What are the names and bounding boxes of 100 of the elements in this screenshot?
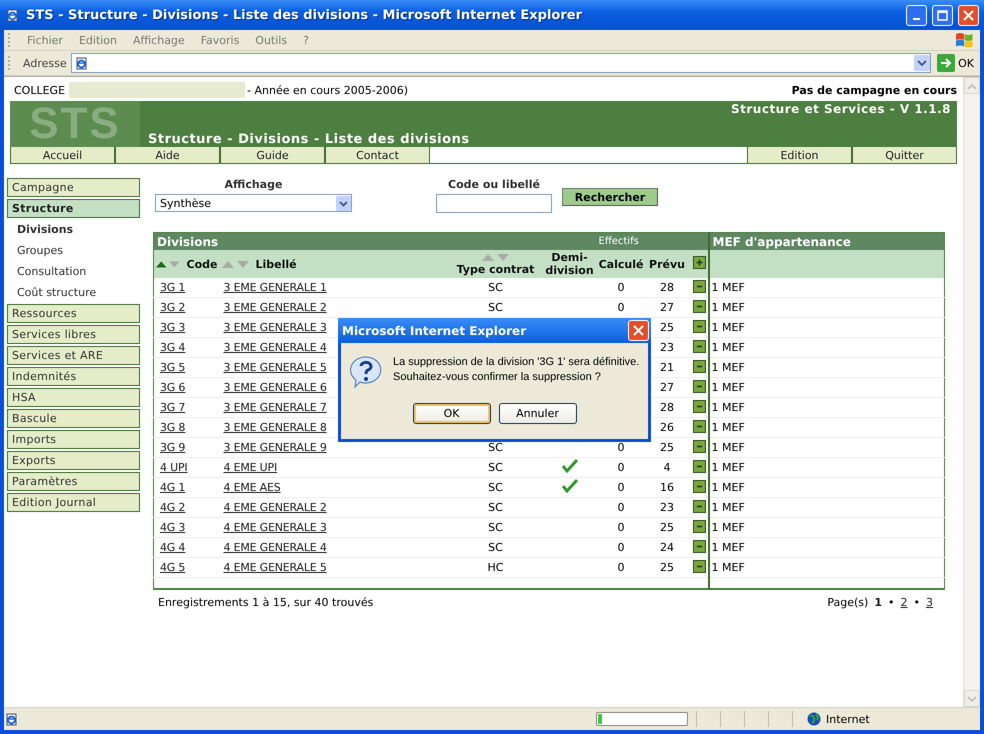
- label-link[interactable]: 4 EME UPI: [224, 461, 278, 474]
- label-link[interactable]: 4 EME GENERALE 3: [224, 521, 327, 534]
- remove-icon[interactable]: [692, 400, 706, 412]
- nav-tab[interactable]: Aide: [115, 147, 220, 164]
- code-link[interactable]: 4G 1: [160, 481, 186, 494]
- sidebar-item[interactable]: Imports: [7, 430, 140, 449]
- remove-icon[interactable]: [692, 520, 706, 532]
- table-cell: 0: [618, 541, 625, 554]
- dialog-title: Microsoft Internet Explorer: [342, 324, 526, 338]
- menu-item[interactable]: ?: [295, 34, 317, 46]
- table-cell: 23: [660, 501, 674, 514]
- remove-icon[interactable]: [692, 320, 706, 332]
- sidebar-subitem[interactable]: Groupes: [7, 241, 140, 260]
- remove-icon[interactable]: [692, 500, 706, 512]
- code-link[interactable]: 3G 4: [160, 341, 186, 354]
- sidebar-item[interactable]: HSA: [7, 388, 140, 407]
- remove-icon[interactable]: [692, 300, 706, 312]
- table-cell: 0: [618, 301, 625, 314]
- page-link[interactable]: 1: [874, 596, 882, 609]
- code-link[interactable]: 3G 2: [160, 301, 186, 314]
- remove-icon[interactable]: [692, 460, 706, 472]
- dialog-button[interactable]: OK: [412, 403, 490, 424]
- table-cell: SC: [488, 521, 503, 534]
- label-link[interactable]: 3 EME GENERALE 2: [224, 301, 327, 314]
- table-cell: 27: [660, 301, 674, 314]
- go-button[interactable]: OK: [935, 54, 980, 72]
- code-link[interactable]: 3G 6: [160, 381, 186, 394]
- sidebar-item[interactable]: Services et ARE: [7, 346, 140, 365]
- menu-item[interactable]: Fichier: [19, 34, 71, 46]
- search-button[interactable]: Rechercher: [562, 188, 658, 206]
- minimize-button[interactable]: [906, 4, 927, 26]
- label-link[interactable]: 4 EME GENERALE 2: [224, 501, 327, 514]
- code-link[interactable]: 3G 9: [160, 441, 186, 454]
- sidebar-subitem[interactable]: Consultation: [7, 262, 140, 281]
- sidebar-item[interactable]: Ressources: [7, 304, 140, 323]
- add-icon[interactable]: [692, 256, 706, 269]
- address-field[interactable]: [70, 53, 932, 73]
- remove-icon[interactable]: [692, 360, 706, 372]
- nav-tab[interactable]: Guide: [220, 147, 325, 164]
- sidebar-item[interactable]: Bascule: [7, 409, 140, 428]
- column-header: Type contrat: [456, 262, 534, 276]
- nav-tab[interactable]: Edition: [747, 147, 852, 164]
- label-link[interactable]: 3 EME GENERALE 4: [224, 341, 327, 354]
- label-link[interactable]: 3 EME GENERALE 9: [224, 441, 327, 454]
- label-link[interactable]: 3 EME GENERALE 8: [224, 421, 327, 434]
- sidebar-item[interactable]: Indemnités: [7, 367, 140, 386]
- code-link[interactable]: 3G 1: [160, 281, 186, 294]
- label-link[interactable]: 3 EME GENERALE 7: [224, 401, 327, 414]
- code-link[interactable]: 4G 5: [160, 561, 186, 574]
- page-link[interactable]: 3: [926, 596, 933, 609]
- sidebar-item[interactable]: Structure: [7, 199, 140, 218]
- menu-item[interactable]: Outils: [247, 34, 296, 46]
- search-field[interactable]: [436, 194, 552, 213]
- remove-icon[interactable]: [692, 420, 706, 432]
- remove-icon[interactable]: [692, 380, 706, 392]
- remove-icon[interactable]: [692, 440, 706, 452]
- display-select[interactable]: Synthèse: [155, 194, 352, 212]
- remove-icon[interactable]: [692, 560, 706, 572]
- remove-icon[interactable]: [692, 340, 706, 352]
- label-link[interactable]: 4 EME GENERALE 4: [224, 541, 327, 554]
- label-link[interactable]: 4 EME GENERALE 5: [224, 561, 327, 574]
- maximize-button[interactable]: [932, 4, 953, 26]
- remove-icon[interactable]: [692, 280, 706, 292]
- label-link[interactable]: 4 EME AES: [224, 481, 281, 494]
- menu-item[interactable]: Edition: [70, 34, 126, 46]
- code-link[interactable]: 4G 4: [160, 541, 186, 554]
- sidebar-item[interactable]: Services libres: [7, 325, 140, 344]
- sidebar-item[interactable]: Exports: [7, 451, 140, 470]
- sidebar-subitem[interactable]: Divisions: [7, 220, 140, 239]
- code-link[interactable]: 4G 2: [160, 501, 186, 514]
- sidebar-item[interactable]: Campagne: [7, 178, 140, 197]
- code-link[interactable]: 3G 3: [160, 321, 186, 334]
- code-link[interactable]: 3G 8: [160, 421, 186, 434]
- table-cell: 25: [660, 441, 674, 454]
- label-link[interactable]: 3 EME GENERALE 6: [224, 381, 327, 394]
- remove-icon[interactable]: [692, 480, 706, 492]
- dialog-button[interactable]: Annuler: [498, 403, 576, 424]
- close-button[interactable]: [628, 320, 649, 341]
- dropdown-icon: [336, 196, 351, 210]
- menu-item[interactable]: Affichage: [125, 34, 193, 46]
- menu-item[interactable]: Favoris: [192, 34, 248, 46]
- code-link[interactable]: 3G 7: [160, 401, 186, 414]
- nav-tab[interactable]: Accueil: [10, 147, 115, 164]
- remove-icon[interactable]: [692, 540, 706, 552]
- sidebar-item[interactable]: Edition Journal: [7, 493, 140, 512]
- nav-tab[interactable]: Contact: [325, 147, 430, 164]
- label-link[interactable]: 3 EME GENERALE 1: [224, 281, 327, 294]
- sort-icon[interactable]: [156, 260, 181, 268]
- sidebar-subitem[interactable]: Coût structure: [7, 283, 140, 302]
- dropdown-icon[interactable]: [914, 55, 930, 71]
- table-cell: 28: [660, 281, 674, 294]
- code-link[interactable]: 3G 5: [160, 361, 186, 374]
- label-link[interactable]: 3 EME GENERALE 3: [224, 321, 327, 334]
- sidebar-item[interactable]: Paramètres: [7, 472, 140, 491]
- close-button[interactable]: [958, 4, 979, 26]
- code-link[interactable]: 4G 3: [160, 521, 186, 534]
- nav-tab[interactable]: Quitter: [852, 147, 957, 164]
- page-link[interactable]: 2: [900, 596, 908, 609]
- code-link[interactable]: 4 UPI: [160, 461, 188, 474]
- label-link[interactable]: 3 EME GENERALE 5: [224, 361, 327, 374]
